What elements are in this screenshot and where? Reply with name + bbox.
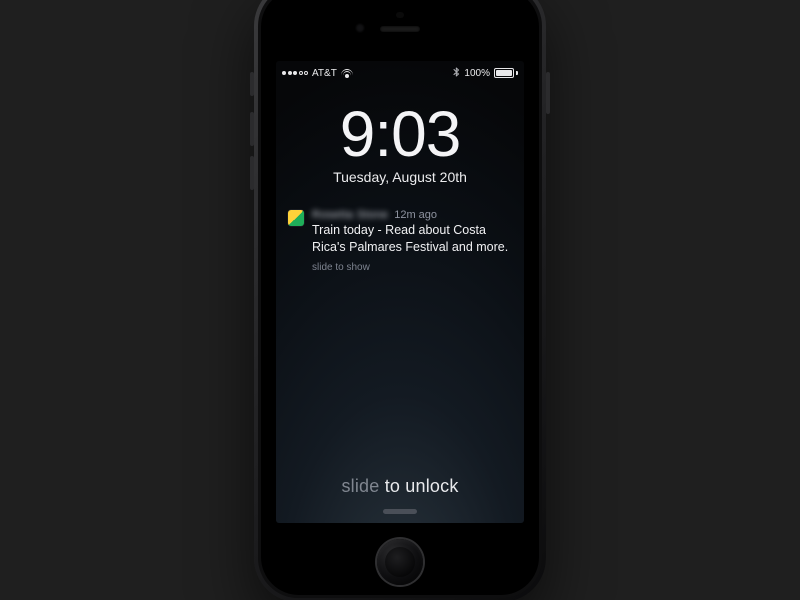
volume-up-button[interactable] (250, 112, 254, 146)
proximity-sensor (396, 12, 404, 18)
power-button[interactable] (546, 72, 550, 114)
earpiece (380, 26, 420, 32)
phone-frame: AT&T 100% (254, 0, 546, 600)
slide-to-unlock[interactable]: slide to unlock (276, 476, 524, 497)
phone-bezel: AT&T 100% (261, 0, 539, 595)
notification-app-icon (288, 210, 304, 226)
notification-header: Rosetta Stone 12m ago (312, 209, 512, 221)
notification-message: Train today - Read about Costa Rica's Pa… (312, 222, 512, 256)
clock-block: 9:03 Tuesday, August 20th (276, 102, 524, 185)
volume-down-button[interactable] (250, 156, 254, 190)
signal-dot-2 (288, 71, 292, 75)
time-label: 9:03 (276, 102, 524, 166)
signal-dot-1 (282, 71, 286, 75)
notification-app-name: Rosetta Stone (312, 209, 388, 221)
notification-body: Rosetta Stone 12m ago Train today - Read… (312, 209, 512, 273)
control-center-grabber[interactable] (383, 509, 417, 514)
signal-dot-4 (299, 71, 303, 75)
notification[interactable]: Rosetta Stone 12m ago Train today - Read… (286, 209, 514, 273)
mute-switch[interactable] (250, 72, 254, 96)
status-bar: AT&T 100% (276, 61, 524, 82)
signal-dot-5 (304, 71, 308, 75)
status-left: AT&T (282, 68, 353, 79)
signal-dots (282, 71, 308, 75)
wifi-icon (341, 69, 353, 78)
carrier-label: AT&T (312, 68, 337, 79)
unlock-bright: to unlock (385, 476, 459, 496)
phone-inner: AT&T 100% (258, 0, 542, 598)
stage: AT&T 100% (0, 0, 800, 600)
battery-pct: 100% (464, 68, 490, 79)
home-button[interactable] (377, 539, 423, 585)
lock-screen[interactable]: AT&T 100% (276, 61, 524, 523)
notification-hint: slide to show (312, 262, 512, 273)
signal-dot-3 (293, 71, 297, 75)
battery-icon (494, 68, 518, 78)
front-camera (356, 24, 364, 32)
date-label: Tuesday, August 20th (276, 169, 524, 185)
status-right: 100% (453, 67, 518, 79)
notification-age: 12m ago (394, 209, 437, 221)
unlock-dim: slide (341, 476, 384, 496)
bluetooth-icon (453, 67, 460, 79)
